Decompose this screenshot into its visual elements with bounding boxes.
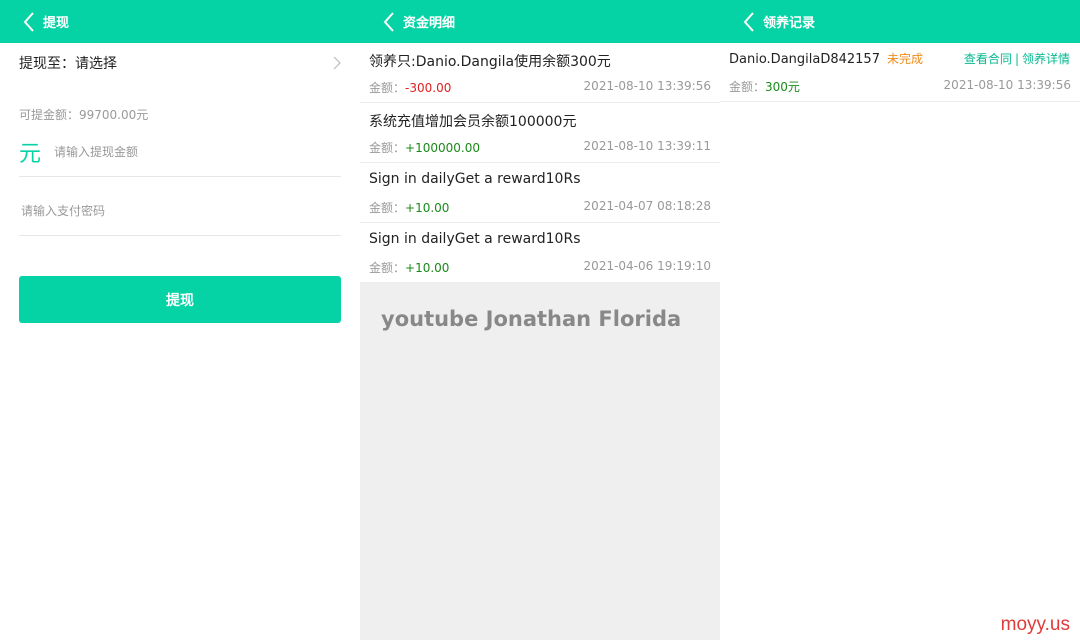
page-title: 领养记录	[763, 16, 816, 31]
amount-label: 金额：	[369, 141, 406, 155]
item-amount: 金额：+100000.00	[369, 139, 480, 156]
fund-details-screen: 资金明细 领养只:Danio.Dangila使用余额300元 金额：-300.0…	[360, 0, 720, 640]
amount-value: -300.00	[405, 81, 452, 95]
withdraw-to-selector[interactable]: 提现至：请选择	[0, 43, 360, 83]
link-separator: |	[1014, 52, 1019, 66]
adoption-records-screen: 领养记录 Danio.DangilaD842157 未完成 查看合同 | 领养详情 金…	[720, 0, 1080, 640]
record-name-line: Danio.DangilaD842157 未完成	[729, 50, 923, 67]
youtube-watermark: youtube Jonathan Florida	[381, 307, 682, 331]
list-item[interactable]: 领养只:Danio.Dangila使用余额300元 金额：-300.00 202…	[360, 43, 720, 103]
item-time: 2021-08-10 13:39:11	[583, 139, 711, 153]
amount-value: +10.00	[405, 201, 450, 215]
back-icon[interactable]	[738, 11, 760, 33]
record-amount: 金额：300元	[729, 78, 800, 95]
withdraw-to-label: 提现至：请选择	[19, 56, 117, 72]
amount-label: 金额：	[729, 80, 766, 94]
withdraw-header: 提现	[0, 0, 360, 43]
site-watermark: moyy.us	[1000, 614, 1070, 635]
record-item: Danio.DangilaD842157 未完成 查看合同 | 领养详情 金额：300…	[720, 43, 1080, 102]
adoption-details-link[interactable]: 领养详情	[1022, 52, 1070, 66]
item-title: Sign in dailyGet a reward10Rs	[369, 171, 581, 187]
currency-symbol: 元	[19, 142, 42, 167]
fund-list: 领养只:Danio.Dangila使用余额300元 金额：-300.00 202…	[360, 43, 720, 283]
withdraw-submit-button[interactable]: 提现	[19, 276, 341, 323]
item-title: Sign in dailyGet a reward10Rs	[369, 231, 581, 247]
item-time: 2021-04-06 19:19:10	[583, 259, 711, 273]
item-amount: 金额：-300.00	[369, 79, 451, 96]
amount-value: +10.00	[405, 261, 450, 275]
amount-value: 300元	[765, 80, 800, 94]
item-time: 2021-04-07 08:18:28	[583, 199, 711, 213]
view-contract-link[interactable]: 查看合同	[964, 52, 1012, 66]
page-title: 资金明细	[403, 16, 456, 31]
status-badge: 未完成	[886, 52, 923, 66]
withdraw-screen: 提现 提现至：请选择 可提金额：99700.00元 元 提现	[0, 0, 360, 640]
item-title: 领养只:Danio.Dangila使用余额300元	[369, 54, 611, 70]
amount-value: +100000.00	[405, 141, 480, 155]
amount-label: 金额：	[369, 201, 406, 215]
amount-input[interactable]	[52, 144, 306, 160]
list-item[interactable]: Sign in dailyGet a reward10Rs 金额：+10.00 …	[360, 223, 720, 283]
amount-label: 金额：	[369, 81, 406, 95]
back-icon[interactable]	[378, 11, 400, 33]
item-amount: 金额：+10.00	[369, 259, 449, 276]
item-time: 2021-08-10 13:39:56	[583, 79, 711, 93]
password-field-row	[19, 187, 341, 236]
item-amount: 金额：+10.00	[369, 199, 449, 216]
available-amount: 可提金额：99700.00元	[19, 108, 149, 122]
list-item[interactable]: Sign in dailyGet a reward10Rs 金额：+10.00 …	[360, 163, 720, 223]
record-time: 2021-08-10 13:39:56	[943, 78, 1071, 92]
amount-label: 金额：	[369, 261, 406, 275]
list-item[interactable]: 系统充值增加会员余额100000元 金额：+100000.00 2021-08-…	[360, 103, 720, 163]
fund-details-header: 资金明细	[360, 0, 720, 43]
chevron-right-icon	[333, 56, 341, 70]
back-icon[interactable]	[18, 11, 40, 33]
adoption-records-header: 领养记录	[720, 0, 1080, 43]
amount-field-row: 元	[19, 134, 341, 177]
page-title: 提现	[43, 16, 70, 31]
item-title: 系统充值增加会员余额100000元	[369, 114, 577, 130]
record-actions: 查看合同 | 领养详情	[964, 50, 1070, 67]
payment-password-input[interactable]	[19, 203, 273, 219]
record-name: Danio.DangilaD842157	[729, 52, 880, 67]
